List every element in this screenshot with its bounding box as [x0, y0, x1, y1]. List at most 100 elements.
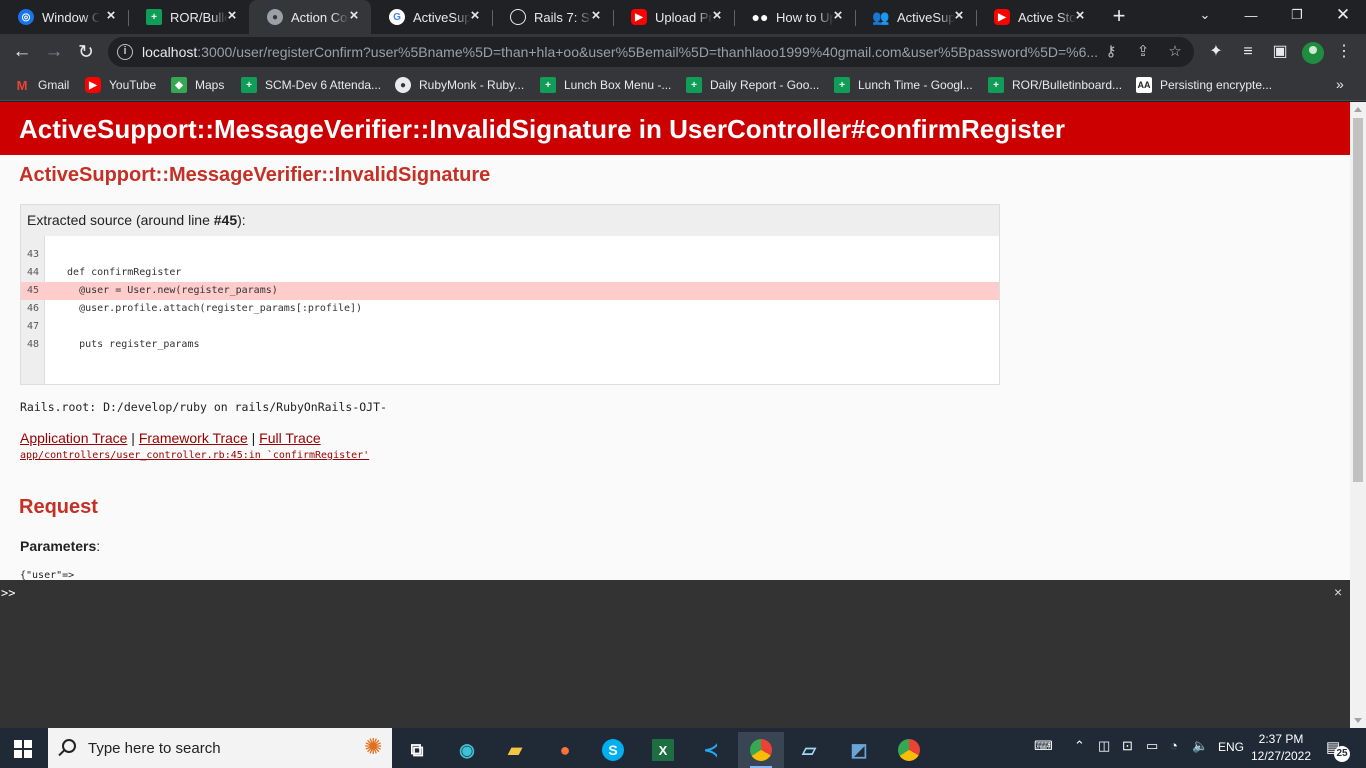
minimize-button[interactable]: — [1228, 0, 1274, 30]
share-icon[interactable]: ⇪ [1134, 43, 1152, 61]
extensions-icon[interactable]: ✦ [1206, 42, 1226, 62]
bookmark-lunch-box[interactable]: + Lunch Box Menu -... [540, 76, 671, 94]
page-scrollbar[interactable] [1350, 102, 1366, 728]
bookmark-maps[interactable]: ◆ Maps [171, 76, 224, 94]
key-icon[interactable]: ⚷ [1102, 43, 1120, 61]
code-text: @user.profile.attach(register_params[:pr… [55, 303, 363, 314]
security-icon[interactable]: ⊡ [1122, 738, 1133, 754]
volume-icon[interactable]: 🔈 [1192, 738, 1208, 754]
excel-icon[interactable]: X [640, 732, 686, 768]
sheets-icon: + [241, 77, 257, 93]
tab-title-3: ActiveSupport [413, 9, 471, 25]
framework-trace-link[interactable]: Framework Trace [139, 430, 248, 446]
window-close-button[interactable]: ✕ [1320, 0, 1366, 30]
tab-3[interactable]: G ActiveSupport × [371, 0, 492, 34]
notepad-icon[interactable]: ▱ [786, 732, 832, 768]
bookmark-gmail[interactable]: M Gmail [14, 76, 70, 94]
tab-search-icon[interactable]: ⌄ [1182, 0, 1228, 30]
battery-icon[interactable]: ▭ [1146, 738, 1158, 754]
tab-1[interactable]: + ROR/Bulletin × [128, 0, 249, 34]
network-icon[interactable]: ◫ [1098, 738, 1110, 754]
console-close-icon[interactable]: × [1334, 584, 1342, 600]
tab-title-0: Window Clip [42, 9, 100, 25]
close-icon[interactable]: × [104, 8, 118, 23]
tray-chevron-icon[interactable]: ⌃ [1074, 738, 1085, 754]
console-prompt[interactable]: >> [1, 586, 15, 600]
scroll-down-icon[interactable] [1354, 718, 1362, 723]
source-heading: Extracted source (around line #45): [21, 205, 999, 236]
skype-icon[interactable]: S [590, 732, 636, 768]
back-button[interactable]: ← [8, 38, 36, 66]
search-placeholder: Type here to search [88, 740, 221, 757]
tab-2-active[interactable]: ● Action Controller × [249, 0, 371, 34]
tab-0[interactable]: ◎ Window Clip × [0, 0, 128, 34]
profile-avatar[interactable] [1302, 42, 1324, 64]
forward-button[interactable]: → [40, 38, 68, 66]
mysql-workbench-icon[interactable]: ◩ [836, 732, 882, 768]
close-icon[interactable]: × [225, 8, 239, 23]
request-title: Request [19, 496, 98, 518]
full-trace-link[interactable]: Full Trace [259, 430, 320, 446]
address-bar[interactable]: i localhost:3000/user/registerConfirm?us… [108, 37, 1194, 67]
people-icon: 👥 [872, 8, 890, 25]
close-icon[interactable]: × [831, 8, 845, 23]
tab-6[interactable]: ●● How to Upload × [734, 0, 855, 34]
site-info-icon[interactable]: i [117, 44, 133, 60]
source-code-line: 44 def confirmRegister [21, 264, 999, 282]
close-icon[interactable]: × [1073, 8, 1087, 23]
edge-icon[interactable]: ◉ [444, 732, 490, 768]
trace-line-link[interactable]: app/controllers/user_controller.rb:45:in… [20, 450, 369, 461]
reload-button[interactable]: ↻ [72, 38, 100, 66]
code-text: puts register_params [55, 339, 200, 350]
tab-8[interactable]: ▶ Active Storage × [976, 0, 1097, 34]
chrome-alt-icon[interactable] [886, 732, 932, 768]
media-control-icon[interactable]: ≡ [1238, 42, 1258, 62]
taskbar-clock[interactable]: 2:37 PM 12/27/2022 [1244, 731, 1318, 765]
firefox-icon[interactable]: ● [542, 732, 588, 768]
bookmark-persisting[interactable]: AA Persisting encrypte... [1136, 76, 1272, 94]
bookmarks-overflow-icon[interactable]: » [1336, 76, 1344, 92]
tab-7[interactable]: 👥 ActiveSupport × [855, 0, 976, 34]
menu-kebab-icon[interactable]: ⋮ [1334, 42, 1354, 62]
web-console[interactable]: >> × [0, 580, 1350, 728]
bookmark-star-icon[interactable]: ☆ [1166, 43, 1184, 61]
code-text: @user = User.new(register_params) [55, 285, 278, 296]
close-icon[interactable]: × [468, 8, 482, 23]
close-icon[interactable]: × [952, 8, 966, 23]
rails-root: Rails.root: D:/develop/ruby on rails/Rub… [20, 400, 387, 414]
bookmark-ror-bulletin[interactable]: + ROR/Bulletinboard... [988, 76, 1122, 94]
google-icon: G [389, 9, 405, 25]
bookmark-lunch-time[interactable]: + Lunch Time - Googl... [834, 76, 973, 94]
bookmark-rubymonk[interactable]: ● RubyMonk - Ruby... [395, 76, 524, 94]
side-panel-icon[interactable]: ▣ [1270, 42, 1290, 62]
chrome-icon[interactable] [738, 732, 784, 768]
scroll-thumb[interactable] [1353, 118, 1363, 482]
close-icon[interactable]: × [589, 8, 603, 23]
tab-strip: ◎ Window Clip × + ROR/Bulletin × ● Actio… [0, 0, 1366, 34]
youtube-icon: ▶ [631, 9, 647, 25]
taskbar-search[interactable]: Type here to search ✺ [48, 728, 392, 768]
scroll-up-icon[interactable] [1354, 107, 1362, 112]
bookmark-youtube[interactable]: ▶ YouTube [85, 76, 156, 94]
notifications-icon[interactable]: ▤ 25 [1326, 738, 1350, 762]
new-tab-button[interactable]: + [1108, 5, 1130, 27]
vscode-icon[interactable]: ≺ [688, 732, 734, 768]
language-indicator[interactable]: ENG [1218, 740, 1244, 754]
wifi-icon[interactable]: ◔ [1170, 738, 1178, 753]
youtube-icon: ▶ [994, 9, 1010, 25]
bookmark-scm-dev[interactable]: + SCM-Dev 6 Attenda... [241, 76, 381, 94]
tab-4[interactable]: Rails 7: System × [492, 0, 613, 34]
file-explorer-icon[interactable]: ▰ [492, 732, 538, 768]
application-trace-link[interactable]: Application Trace [20, 430, 127, 446]
code-text: def confirmRegister [55, 267, 182, 278]
keyboard-icon[interactable]: ⌨ [1034, 738, 1053, 754]
tab-5[interactable]: ▶ Upload Profile × [613, 0, 734, 34]
close-icon[interactable]: × [347, 8, 361, 23]
bookmark-daily-report[interactable]: + Daily Report - Goo... [686, 76, 819, 94]
url-text[interactable]: localhost:3000/user/registerConfirm?user… [142, 44, 1097, 60]
task-view-icon[interactable]: ⧉ [394, 732, 440, 768]
maps-icon: ◆ [171, 77, 187, 93]
close-icon[interactable]: × [710, 8, 724, 23]
restore-button[interactable]: ❐ [1274, 0, 1320, 30]
windows-start-icon[interactable] [14, 740, 32, 758]
